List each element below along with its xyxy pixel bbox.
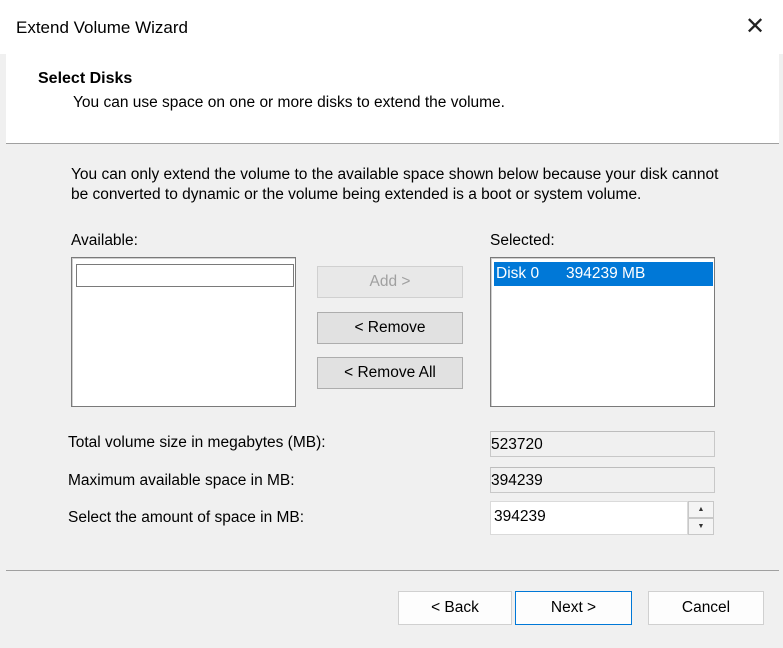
disk-name: Disk 0: [496, 265, 540, 282]
next-button[interactable]: Next >: [515, 591, 632, 625]
amount-input[interactable]: 394239: [490, 501, 688, 535]
amount-label: Select the amount of space in MB:: [68, 509, 305, 526]
selected-label: Selected:: [490, 232, 555, 249]
max-space-field: 394239: [490, 467, 715, 493]
page-subtitle: You can use space on one or more disks t…: [73, 94, 505, 111]
wizard-footer: < Back Next > Cancel: [6, 570, 779, 646]
remove-all-button[interactable]: < Remove All: [317, 357, 463, 389]
total-size-label: Total volume size in megabytes (MB):: [68, 434, 326, 451]
cancel-button[interactable]: Cancel: [648, 591, 764, 625]
title-bar: Extend Volume Wizard ✕: [0, 0, 783, 54]
available-list-placeholder: [76, 264, 294, 287]
amount-stepper[interactable]: ▲ ▼: [688, 501, 714, 535]
max-space-label: Maximum available space in MB:: [68, 472, 295, 489]
wizard-body: You can only extend the volume to the av…: [6, 145, 779, 570]
back-button[interactable]: < Back: [398, 591, 512, 625]
wizard-header: Select Disks You can use space on one or…: [6, 54, 779, 144]
page-title: Select Disks: [38, 70, 133, 87]
remove-button[interactable]: < Remove: [317, 312, 463, 344]
available-label: Available:: [71, 232, 138, 249]
disk-size: 394239 MB: [566, 265, 646, 282]
spin-up-icon[interactable]: ▲: [688, 501, 714, 518]
available-listbox[interactable]: [71, 257, 296, 407]
list-item[interactable]: Disk 0 394239 MB: [494, 262, 713, 286]
close-icon[interactable]: ✕: [740, 12, 770, 42]
add-button[interactable]: Add >: [317, 266, 463, 298]
total-size-field: 523720: [490, 431, 715, 457]
info-text: You can only extend the volume to the av…: [71, 166, 719, 203]
spin-down-icon[interactable]: ▼: [688, 518, 714, 535]
selected-listbox[interactable]: Disk 0 394239 MB: [490, 257, 715, 407]
window-title: Extend Volume Wizard: [16, 18, 188, 37]
